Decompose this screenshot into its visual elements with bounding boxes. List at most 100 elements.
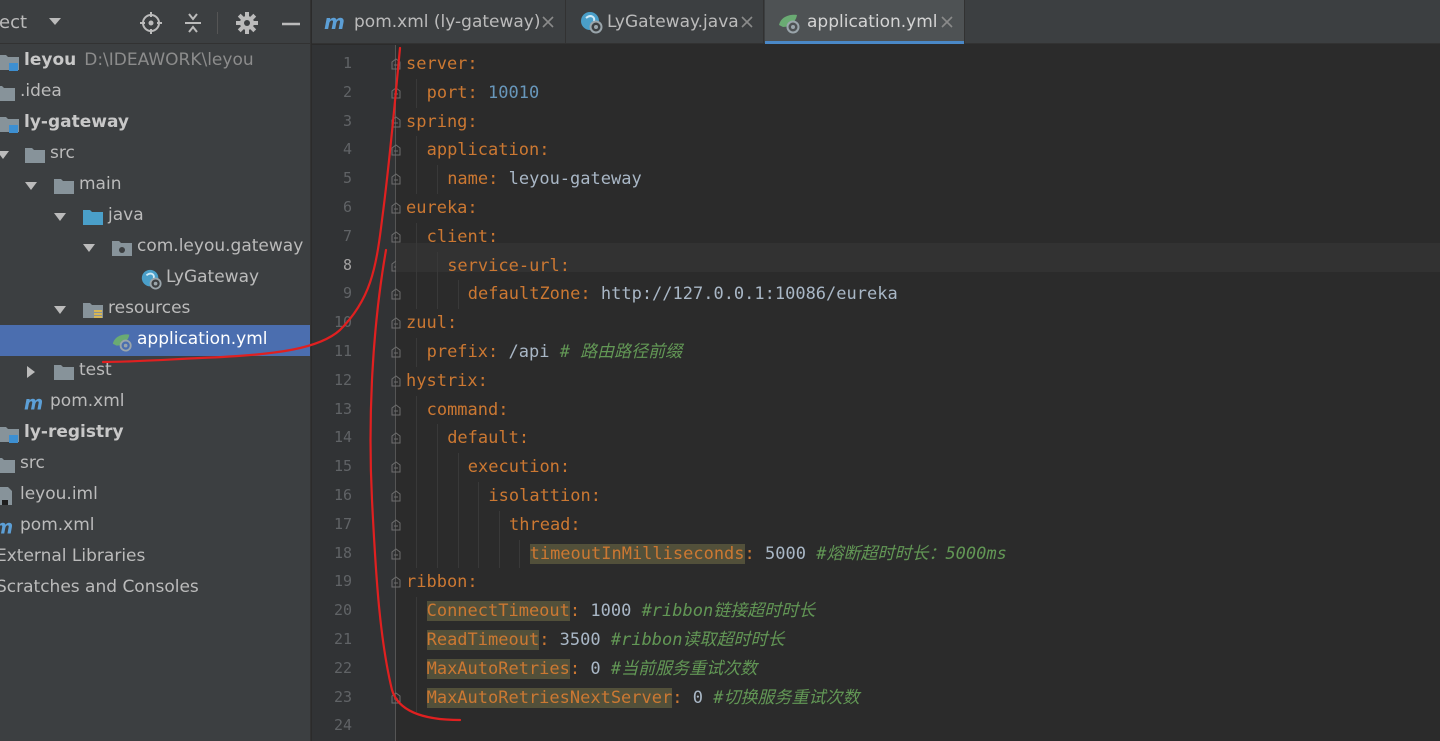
indent-guide (416, 338, 418, 367)
code-line[interactable]: ConnectTimeout: 1000 #ribbon链接超时时长 (426, 597, 816, 626)
code-line[interactable]: MaxAutoRetriesNextServer: 0 #切换服务重试次数 (426, 684, 859, 713)
fold-marker-icon[interactable] (390, 288, 402, 300)
yaml-key: client (426, 226, 489, 247)
indent-guide (457, 510, 459, 540)
yaml-key: MaxAutoRetries (426, 658, 570, 679)
tree-item[interactable]: resources (0, 294, 310, 325)
fold-marker-icon[interactable] (390, 691, 402, 704)
svg-text:m: m (324, 10, 345, 34)
indent-guide (519, 539, 521, 569)
yaml-colon: : (570, 514, 581, 535)
tree-item[interactable]: LyGateway (0, 263, 310, 294)
code-line[interactable]: application: (427, 136, 550, 165)
tree-item[interactable]: com.leyou.gateway (0, 232, 310, 263)
code-line[interactable]: command: (427, 396, 509, 425)
code-line[interactable]: defaultZone: http://127.0.0.1:10086/eure… (468, 280, 898, 309)
fold-marker-icon[interactable] (390, 173, 402, 185)
close-icon[interactable] (739, 14, 755, 30)
tree-item[interactable]: leyou D:\IDEAWORK\leyou (0, 46, 310, 77)
line-number: 20 (333, 601, 352, 620)
tree-item[interactable]: External Libraries (0, 542, 310, 573)
chevron-down-icon[interactable] (53, 303, 67, 317)
code-line[interactable]: prefix: /api # 路由路径前缀 (427, 338, 683, 367)
close-icon[interactable] (540, 14, 556, 30)
tree-item[interactable]: src (0, 139, 310, 170)
fold-marker-icon[interactable] (390, 519, 402, 531)
tree-item[interactable]: application.yml (0, 325, 310, 356)
fold-marker-icon[interactable] (390, 87, 402, 99)
code-line[interactable]: ribbon: (406, 568, 478, 597)
code-line[interactable]: spring: (406, 108, 478, 137)
chevron-down-icon[interactable] (53, 210, 67, 224)
tree-item[interactable]: ly-gateway (0, 108, 310, 139)
chevron-right-icon[interactable] (24, 365, 38, 379)
tree-item[interactable]: .idea (0, 77, 310, 108)
yaml-colon: : (559, 457, 571, 478)
code-line[interactable]: execution: (468, 453, 570, 482)
code-line[interactable]: thread: (509, 511, 581, 540)
tab-pom-xml[interactable]: m pom.xml (ly-gateway) (312, 0, 566, 44)
tree-item[interactable]: m pom.xml (0, 387, 310, 418)
fold-marker-icon[interactable] (390, 58, 402, 70)
fold-marker-icon[interactable] (390, 576, 402, 588)
code-line[interactable]: default: (447, 424, 529, 453)
chevron-down-icon[interactable] (24, 179, 38, 193)
fold-marker-icon[interactable] (390, 490, 402, 502)
code-line[interactable]: ReadTimeout: 3500 #ribbon读取超时时长 (426, 626, 785, 655)
minimize-icon[interactable] (279, 11, 303, 35)
fold-marker-icon[interactable] (390, 115, 402, 128)
code-line[interactable]: service-url: (447, 252, 570, 281)
indent-guide (436, 482, 438, 511)
fold-marker-icon[interactable] (390, 346, 402, 358)
tree-item[interactable]: main (0, 170, 310, 201)
indent-guide (457, 539, 459, 569)
fold-marker-icon[interactable] (390, 432, 402, 444)
tree-item[interactable]: m pom.xml (0, 511, 310, 542)
line-number: 23 (333, 687, 352, 706)
code-line[interactable]: zuul: (406, 309, 457, 338)
fold-marker-icon[interactable] (390, 403, 402, 416)
fold-marker-icon[interactable] (390, 144, 402, 156)
code-line[interactable]: MaxAutoRetries: 0 #当前服务重试次数 (426, 655, 757, 684)
yaml-comment: #ribbon链接超时时长 (641, 601, 816, 622)
fold-marker-icon[interactable] (390, 375, 402, 387)
code-line[interactable]: server: (406, 50, 478, 79)
fold-marker-icon[interactable] (390, 547, 402, 560)
project-panel-title[interactable]: ject (0, 12, 27, 33)
code-line[interactable]: port: 10010 (427, 79, 540, 108)
code-line[interactable]: name: leyou-gateway (447, 165, 642, 194)
gear-icon[interactable] (235, 11, 259, 35)
indent-guide (416, 395, 418, 425)
code-line[interactable]: isolattion: (488, 482, 601, 511)
project-panel: ject leyou D:\IDEAWORK\leyou .idea ly-gatew… (0, 0, 311, 741)
fold-marker-icon[interactable] (390, 202, 402, 214)
code-line[interactable]: timeoutInMilliseconds: 5000 #熔断超时时长：5000… (529, 540, 1007, 569)
code-line[interactable]: client: (427, 223, 499, 252)
tree-item[interactable]: ly-registry (0, 418, 310, 449)
chevron-down-icon[interactable] (82, 241, 96, 255)
tree-item[interactable]: leyou.iml (0, 480, 310, 511)
tree-item-label: test (79, 360, 112, 380)
fold-marker-icon[interactable] (390, 461, 402, 473)
tree-item[interactable]: java (0, 201, 310, 232)
fold-marker-icon[interactable] (390, 317, 402, 329)
tree-item[interactable]: src (0, 449, 310, 480)
tab-application-yml[interactable]: application.yml (765, 0, 965, 44)
locate-icon[interactable] (139, 11, 163, 35)
editor-tab-bar: m pom.xml (ly-gateway) LyGateway.java ap… (312, 0, 1440, 44)
yaml-colon: : (744, 543, 766, 564)
close-icon[interactable] (939, 14, 955, 30)
fold-marker-icon[interactable] (390, 231, 402, 243)
tree-item[interactable]: test (0, 356, 310, 387)
package-icon (111, 237, 133, 259)
collapse-all-icon[interactable] (181, 11, 205, 35)
tree-item[interactable]: Scratches and Consoles (0, 573, 310, 604)
indent-guide (478, 482, 480, 511)
yaml-key: ReadTimeout (426, 630, 540, 650)
tab-lygateway-java[interactable]: LyGateway.java (567, 0, 764, 44)
code-line[interactable]: eureka: (406, 194, 478, 223)
indent-guide (416, 453, 418, 482)
chevron-down-icon[interactable] (0, 148, 10, 162)
code-editor[interactable]: 1 2 3 4 5 6 7 8 9 10 11 12 13 14 15 16 17 18 19 20 21 22 23 24 … (312, 45, 1440, 741)
code-line[interactable]: hystrix: (406, 367, 488, 396)
